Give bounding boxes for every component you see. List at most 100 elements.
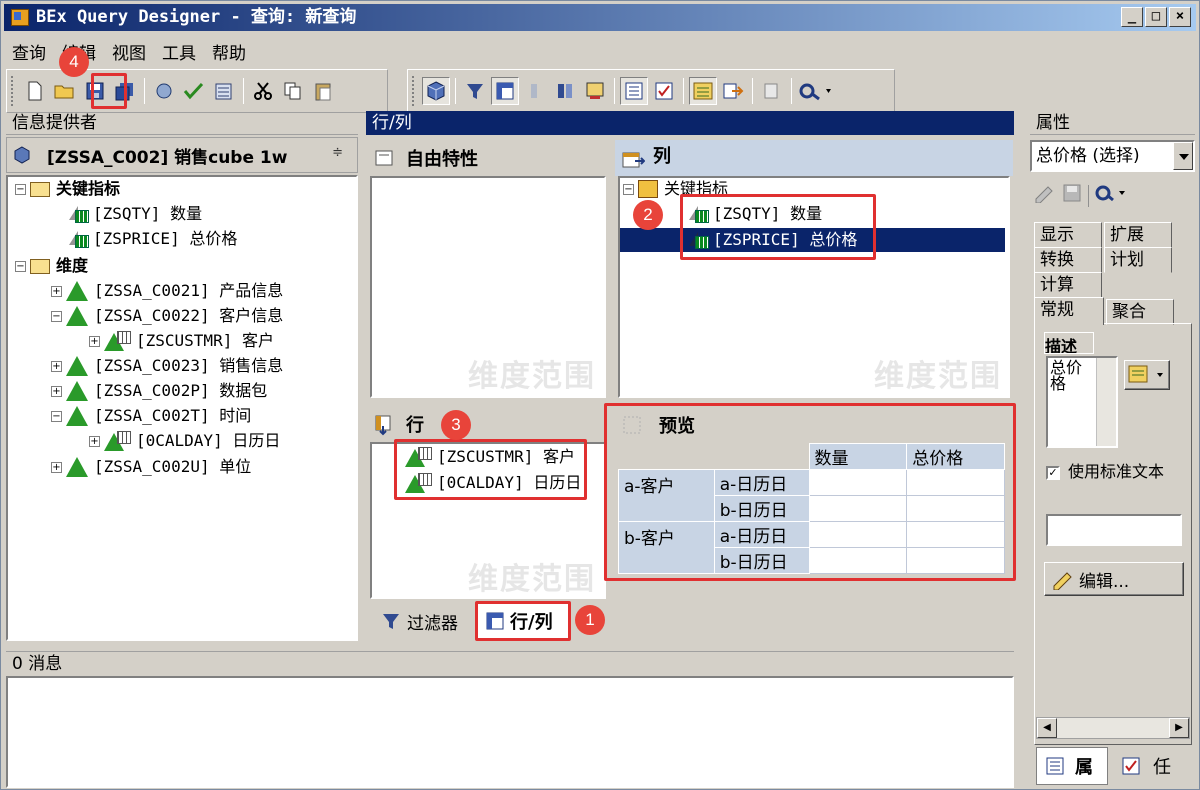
description-text: 总价格 xyxy=(1050,358,1083,393)
tree-item-dim-package[interactable]: + [ZSSA_C002P] 数据包 xyxy=(51,379,267,403)
cube-icon[interactable] xyxy=(422,77,450,105)
tools-icon[interactable] xyxy=(797,77,837,105)
save-all-icon[interactable] xyxy=(111,77,139,105)
preview-cell xyxy=(906,521,1005,548)
tab-aggregation[interactable]: 聚合 xyxy=(1106,299,1174,325)
maximize-button[interactable]: □ xyxy=(1145,7,1167,27)
edit-button[interactable]: 编辑... xyxy=(1044,562,1184,596)
tree-item-dim-sales[interactable]: + [ZSSA_C0023] 销售信息 xyxy=(51,354,283,378)
watermark: 维度范围 xyxy=(874,359,1002,394)
menu-query[interactable]: 查询 xyxy=(4,34,54,66)
use-standard-text-checkbox[interactable]: ✓ xyxy=(1046,466,1060,480)
messages-title: 0 消息 xyxy=(6,651,1014,675)
tree-item-dim-product[interactable]: + [ZSSA_C0021] 产品信息 xyxy=(51,279,283,303)
export-icon[interactable] xyxy=(719,77,747,105)
table-view-icon[interactable] xyxy=(620,77,648,105)
tree-item-keyfigures-folder[interactable]: − 关键指标 xyxy=(15,177,120,201)
tree-item-zsprice[interactable]: [ZSPRICE] 总价格 xyxy=(69,227,237,251)
tree-item-dim-customer[interactable]: − [ZSSA_C0022] 客户信息 xyxy=(51,304,283,328)
exceptions-icon[interactable] xyxy=(581,77,609,105)
preview-row-header: b-客户 xyxy=(618,521,715,574)
column-item-zsprice[interactable]: [ZSPRICE] 总价格 xyxy=(620,228,1005,252)
dimension-icon xyxy=(66,381,88,401)
dimension-icon xyxy=(66,306,88,326)
cells-icon[interactable] xyxy=(521,77,549,105)
doc-icon[interactable] xyxy=(758,77,786,105)
tree-item-dim-unit[interactable]: + [ZSSA_C002U] 单位 xyxy=(51,455,251,479)
row-item-zscustmr[interactable]: [ZSCUSTMR] 客户 xyxy=(405,445,575,469)
pencil-icon[interactable] xyxy=(1032,183,1056,208)
tab-filter[interactable]: 过滤器 xyxy=(381,605,458,637)
standard-text-field[interactable] xyxy=(1046,514,1182,546)
copy-icon[interactable] xyxy=(279,77,307,105)
preview-row-subheader: a-日历日 xyxy=(713,469,810,496)
expand-collapse-icon[interactable]: ≑ xyxy=(332,145,343,160)
row-item-0calday[interactable]: [0CALDAY] 日历日 xyxy=(405,471,581,495)
description-label: 描述 xyxy=(1044,332,1094,354)
conditions-icon[interactable] xyxy=(551,77,579,105)
column-item-zsqty[interactable]: [ZSQTY] 数量 xyxy=(689,202,822,226)
minimize-button[interactable]: _ xyxy=(1121,7,1143,27)
rows-columns-icon[interactable] xyxy=(491,77,519,105)
properties-selector[interactable]: 总价格 (选择) xyxy=(1030,140,1195,172)
tab-general[interactable]: 常规 xyxy=(1034,297,1104,325)
columns-header: 列 xyxy=(615,140,1013,176)
toolbar-view xyxy=(407,69,895,113)
save-icon[interactable] xyxy=(1062,183,1082,208)
characteristic-icon xyxy=(405,473,432,493)
tab-planning[interactable]: 计划 xyxy=(1104,247,1172,273)
columns-root-keyfigures[interactable]: − 关键指标 xyxy=(623,177,728,201)
rows-header: 行 xyxy=(368,406,606,442)
keyfigure-icon xyxy=(69,231,89,248)
tasks-icon xyxy=(1122,757,1140,775)
new-icon[interactable] xyxy=(21,77,49,105)
tab-conversion[interactable]: 转换 xyxy=(1034,247,1102,273)
description-textarea[interactable]: 总价格 xyxy=(1046,356,1118,448)
text-options-button[interactable] xyxy=(1124,360,1170,390)
tree-item-dimensions-folder[interactable]: − 维度 xyxy=(15,254,88,278)
keyfigure-icon xyxy=(689,206,709,223)
tree-item-zscustmr[interactable]: + [ZSCUSTMR] 客户 xyxy=(89,329,274,353)
tab-calculation[interactable]: 计算 xyxy=(1034,272,1102,298)
tools-icon[interactable] xyxy=(1095,183,1129,208)
badge-4: 4 xyxy=(59,47,89,77)
publish-icon[interactable] xyxy=(150,77,178,105)
preview-row-header: a-客户 xyxy=(618,469,715,522)
menu-tools[interactable]: 工具 xyxy=(154,34,204,66)
properties-hscrollbar[interactable]: ◀ ▶ xyxy=(1036,717,1190,739)
tree-item-zsqty[interactable]: [ZSQTY] 数量 xyxy=(69,202,202,226)
paste-icon[interactable] xyxy=(309,77,337,105)
filter-icon[interactable] xyxy=(461,77,489,105)
tab-tasks[interactable]: 任 xyxy=(1113,747,1193,785)
properties-icon[interactable] xyxy=(210,77,238,105)
key-figures-icon[interactable] xyxy=(689,77,717,105)
menu-bar: 查询 编辑 视图 工具 帮助 xyxy=(4,34,254,66)
tab-properties[interactable]: 属 xyxy=(1036,747,1108,785)
dropdown-arrow-icon[interactable] xyxy=(1173,142,1193,170)
menu-view[interactable]: 视图 xyxy=(104,34,154,66)
cut-icon[interactable] xyxy=(249,77,277,105)
description-scrollbar[interactable] xyxy=(1096,358,1116,446)
menu-help[interactable]: 帮助 xyxy=(204,34,254,66)
close-button[interactable]: × xyxy=(1169,7,1191,27)
dimension-icon xyxy=(66,457,88,477)
filter-icon xyxy=(383,614,399,629)
dimension-icon xyxy=(66,356,88,376)
provider-selector[interactable]: [ZSSA_C002] 销售cube 1w ≑ xyxy=(6,137,358,173)
check-icon[interactable] xyxy=(180,77,208,105)
preview-row-subheader: b-日历日 xyxy=(713,547,810,574)
dimension-icon xyxy=(66,281,88,301)
badge-2: 2 xyxy=(633,200,663,230)
tab-rows-columns[interactable]: 行/列 xyxy=(477,603,569,639)
open-icon[interactable] xyxy=(51,77,79,105)
tab-extended[interactable]: 扩展 xyxy=(1104,222,1172,248)
save-icon[interactable] xyxy=(81,77,109,105)
preview-cell xyxy=(906,495,1005,522)
free-chars-title: 自由特性 xyxy=(406,149,478,170)
free-chars-dropzone[interactable]: 维度范围 xyxy=(370,176,606,398)
tab-display[interactable]: 显示 xyxy=(1034,222,1102,248)
tree-item-dim-time[interactable]: − [ZSSA_C002T] 时间 xyxy=(51,404,251,428)
columns-title: 列 xyxy=(653,146,671,167)
tree-item-0calday[interactable]: + [0CALDAY] 日历日 xyxy=(89,429,280,453)
tasks-icon[interactable] xyxy=(650,77,678,105)
